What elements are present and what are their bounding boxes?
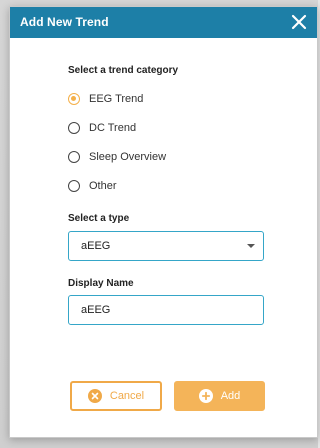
cancel-button[interactable]: Cancel [70,381,162,411]
radio-button-checked-icon [68,93,80,105]
radio-dc-trend[interactable]: DC Trend [68,118,136,138]
add-label: Add [220,390,241,402]
radio-label: Sleep Overview [89,151,167,163]
display-name-label: Display Name [68,278,134,289]
plus-icon [198,389,213,403]
type-select-label: Select a type [68,213,130,224]
close-icon [291,14,307,30]
radio-button-icon [68,151,80,163]
dropdown-arrow-icon [247,244,255,248]
add-button[interactable]: Add [174,381,265,411]
radio-other[interactable]: Other [68,176,117,196]
cancel-x-icon [87,389,102,403]
type-select[interactable]: aEEG [68,231,264,261]
dialog-header: Add New Trend [10,7,317,38]
cancel-label: Cancel [109,390,145,402]
radio-label: DC Trend [89,122,137,134]
display-name-input[interactable] [68,295,264,325]
radio-label: EEG Trend [89,93,144,105]
add-new-trend-dialog: Add New Trend Select a trend category EE… [9,6,318,438]
dialog-title: Add New Trend [20,15,109,29]
close-button[interactable] [289,12,309,32]
radio-label: Other [89,180,117,192]
radio-eeg-trend[interactable]: EEG Trend [68,89,143,109]
type-select-value: aEEG [81,240,111,252]
radio-sleep-overview[interactable]: Sleep Overview [68,147,166,167]
trend-category-label: Select a trend category [68,65,179,76]
radio-button-icon [68,122,80,134]
radio-button-icon [68,180,80,192]
